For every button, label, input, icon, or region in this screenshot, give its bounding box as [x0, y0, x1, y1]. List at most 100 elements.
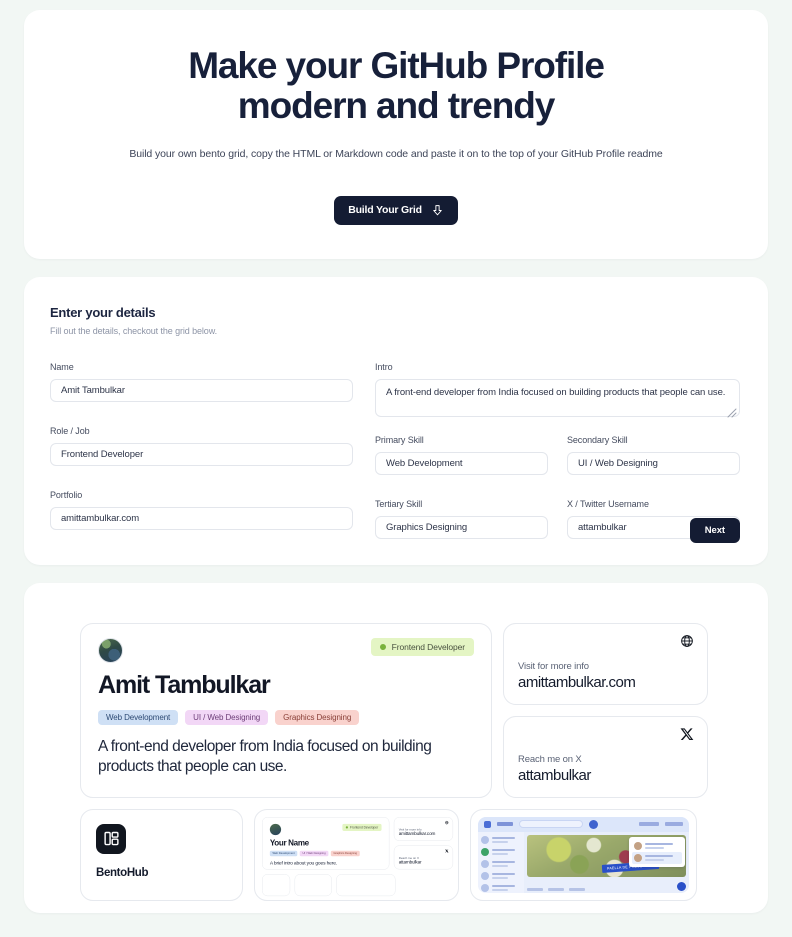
hero-title-line-2: modern and trendy [237, 84, 556, 126]
app-sidebar-item [481, 835, 521, 844]
mini-website-value: amittambulkar.com [398, 831, 436, 837]
skills-row-2: Tertiary Skill X / Twitter Username [375, 499, 740, 539]
next-button[interactable]: Next [689, 517, 740, 543]
mini-blank-cell [262, 873, 291, 897]
mini-x-card: Reach me on X attambulkar [393, 845, 454, 870]
mini-profile-card: Frontend Developer Your Name Web Develop… [262, 816, 390, 870]
portfolio-label: Portfolio [50, 489, 83, 500]
bentohub-logo-icon [96, 823, 126, 854]
next-button-wrap: Next [689, 517, 740, 543]
profile-name: Amit Tambulkar [98, 670, 271, 699]
bento-mini-preview-cell[interactable]: Frontend Developer Your Name Web Develop… [254, 808, 459, 901]
mini-x-logo-icon [445, 849, 449, 854]
app-search-input [519, 820, 583, 829]
app-topbar [478, 816, 689, 832]
app-screenshot: PAELLA DE PRESO RICO [478, 816, 689, 893]
x-value: attambulkar [518, 766, 591, 784]
mini-avatar [269, 823, 282, 836]
status-badge-label: Frontend Developer [391, 641, 465, 652]
mini-skill-tag: Web Development [269, 850, 298, 857]
website-value: amittambulkar.com [518, 673, 636, 691]
intro-textarea-wrap [375, 378, 740, 418]
hero-subtitle: Build your own bento grid, copy the HTML… [129, 147, 663, 160]
bento-website-cell[interactable]: Visit for more info amittambulkar.com [503, 622, 708, 705]
mini-x-value: attambulkar [398, 859, 422, 865]
secondary-skill-input[interactable] [567, 451, 740, 475]
hero-section: Make your GitHub Profile modern and tren… [24, 10, 768, 259]
app-main-content: PAELLA DE PRESO RICO [524, 832, 689, 893]
role-label: Role / Job [50, 425, 90, 436]
build-your-grid-button[interactable]: Build Your Grid [334, 195, 458, 225]
skill-tag-list: Web Development UI / Web Designing Graph… [98, 709, 474, 725]
x-logo-icon [680, 727, 694, 746]
mini-profile-intro: A brief intro about you goes here. [269, 860, 338, 866]
mini-status-badge: Frontend Developer [342, 823, 382, 831]
x-kicker: Reach me on X [518, 753, 582, 765]
bento-brand-cell[interactable]: BentoHub [80, 808, 243, 901]
bento-bottom-row: BentoHub Frontend Developer Your Name We… [80, 808, 712, 901]
tertiary-skill-label: Tertiary Skill [375, 498, 423, 509]
name-label: Name [50, 361, 74, 372]
intro-label: Intro [375, 361, 393, 372]
page-title: Make your GitHub Profile modern and tren… [64, 46, 728, 126]
website-kicker: Visit for more info [518, 660, 589, 672]
skills-row-1: Primary Skill Secondary Skill [375, 435, 740, 475]
mini-bento-mock: Frontend Developer Your Name Web Develop… [262, 816, 454, 897]
form-subtitle: Fill out the details, checkout the grid … [50, 325, 217, 336]
app-sidebar-item [481, 859, 521, 868]
form-title: Enter your details [50, 304, 156, 320]
app-footer-row [527, 887, 686, 891]
bento-right-column: Visit for more info amittambulkar.com Re… [503, 622, 708, 798]
name-input[interactable] [50, 378, 353, 402]
brand-name: BentoHub [96, 866, 149, 879]
mini-profile-name: Your Name [269, 837, 309, 848]
field-portfolio: Portfolio [50, 490, 353, 530]
mini-blank-cell [294, 873, 332, 897]
build-your-grid-label: Build Your Grid [348, 204, 422, 217]
bento-app-screenshot-cell[interactable]: PAELLA DE PRESO RICO [470, 808, 697, 901]
mini-status-dot-icon [345, 826, 349, 829]
arrow-down-icon [431, 204, 444, 217]
mini-status-label: Frontend Developer [349, 825, 379, 830]
portfolio-input[interactable] [50, 506, 353, 530]
mini-website-card: Visit for more info amittambulkar.com [393, 816, 454, 841]
app-nav-item [665, 822, 683, 827]
app-popover [629, 836, 685, 867]
primary-skill-input[interactable] [375, 451, 548, 475]
hero-cta-wrap: Build Your Grid [64, 195, 728, 225]
role-input[interactable] [50, 442, 353, 466]
primary-skill-label: Primary Skill [375, 434, 424, 445]
app-popover-row [632, 851, 682, 864]
status-badge: Frontend Developer [370, 637, 474, 656]
avatar [98, 637, 123, 663]
mini-globe-icon [445, 820, 449, 826]
page-root: Make your GitHub Profile modern and tren… [0, 0, 792, 913]
field-intro: Intro [375, 361, 740, 418]
hero-title-line-1: Make your GitHub Profile [188, 45, 605, 86]
twitter-label: X / Twitter Username [567, 498, 649, 509]
mini-right-column: Visit for more info amittambulkar.com Re… [393, 816, 454, 870]
field-name: Name [50, 362, 353, 402]
field-role: Role / Job [50, 426, 353, 466]
details-form-section: Enter your details Fill out the details,… [24, 276, 768, 565]
secondary-skill-label: Secondary Skill [567, 434, 628, 445]
skill-tag: Graphics Designing [275, 709, 360, 725]
mini-blank-cell [336, 873, 396, 897]
bento-x-cell[interactable]: Reach me on X attambulkar [503, 715, 708, 798]
mini-skill-tag: UI / Web Designing [299, 850, 329, 857]
bento-profile-cell[interactable]: Frontend Developer Amit Tambulkar Web De… [80, 622, 492, 798]
app-sidebar [478, 831, 524, 893]
globe-icon [680, 634, 694, 653]
skill-tag: Web Development [98, 709, 179, 725]
app-sidebar-item [481, 883, 521, 892]
field-tertiary-skill: Tertiary Skill [375, 499, 548, 539]
field-primary-skill: Primary Skill [375, 435, 548, 475]
bento-preview-section: Frontend Developer Amit Tambulkar Web De… [24, 582, 768, 913]
mini-bottom-row [262, 873, 453, 897]
tertiary-skill-input[interactable] [375, 515, 548, 539]
app-sidebar-item [481, 847, 521, 856]
field-secondary-skill: Secondary Skill [567, 435, 740, 475]
app-body: PAELLA DE PRESO RICO [478, 831, 689, 893]
app-popover-row [632, 840, 682, 852]
intro-textarea[interactable] [375, 378, 740, 417]
